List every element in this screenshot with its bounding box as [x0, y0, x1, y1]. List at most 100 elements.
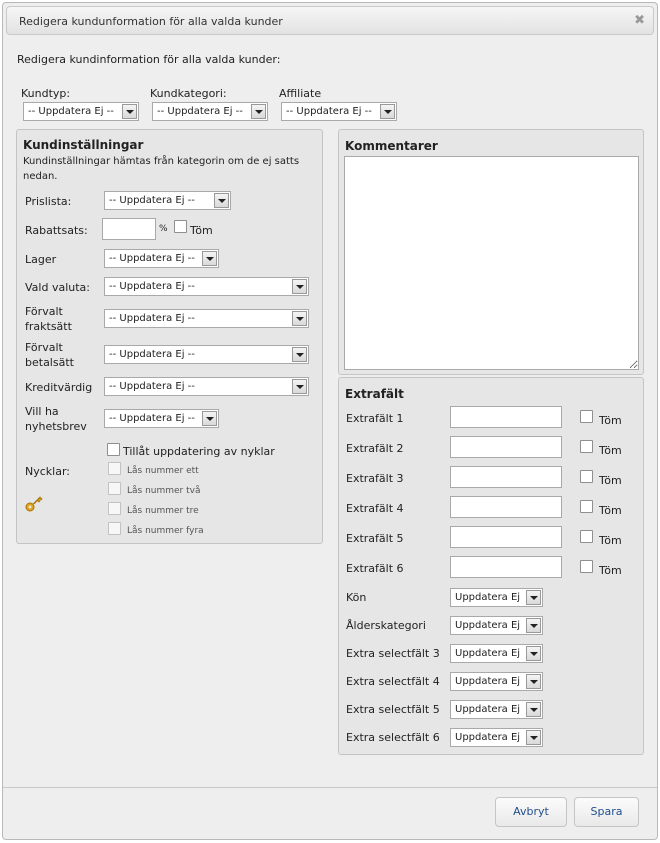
extra-select-5-value: Uppdatera Ej — [455, 704, 521, 715]
lock-3-checkbox[interactable] — [108, 502, 121, 515]
dialog-titlebar[interactable]: Redigera kundunformation för alla valda … — [6, 6, 654, 35]
betal-value: -- Uppdatera Ej -- — [109, 349, 195, 360]
footer-divider — [3, 787, 657, 788]
chevron-down-icon — [526, 646, 541, 661]
extra-field-6-label: Extrafält 6 — [346, 562, 404, 575]
lock-1-label: Lås nummer ett — [127, 466, 199, 476]
extra-field-5-input[interactable] — [450, 526, 562, 548]
extra-select-3-value: Uppdatera Ej — [455, 648, 521, 659]
lager-select[interactable]: -- Uppdatera Ej -- — [104, 249, 219, 268]
affiliate-select[interactable]: -- Uppdatera Ej -- — [281, 102, 397, 121]
chevron-down-icon — [380, 104, 395, 119]
nyhets-select[interactable]: -- Uppdatera Ej -- — [104, 409, 219, 428]
lock-1-checkbox[interactable] — [108, 462, 121, 475]
betal-label-1: Förvalt — [25, 341, 63, 354]
betal-select[interactable]: -- Uppdatera Ej -- — [104, 345, 309, 364]
frakt-value: -- Uppdatera Ej -- — [109, 313, 195, 324]
close-icon[interactable]: ✖ — [634, 13, 645, 28]
chevron-down-icon — [292, 279, 307, 294]
chevron-down-icon — [292, 347, 307, 362]
extra-field-6-clear-label: Töm — [599, 564, 622, 577]
nyhets-label-1: Vill ha — [25, 405, 59, 418]
kundkategori-select[interactable]: -- Uppdatera Ej -- — [152, 102, 268, 121]
comments-panel: Kommentarer — [338, 129, 644, 375]
extra-select-2-value: Uppdatera Ej — [455, 620, 521, 631]
extra-field-3-clear-checkbox[interactable] — [580, 470, 593, 483]
extra-field-3-input[interactable] — [450, 466, 562, 488]
lock-3-label: Lås nummer tre — [127, 506, 199, 516]
nyhets-value: -- Uppdatera Ej -- — [109, 413, 195, 424]
extra-select-2[interactable]: Uppdatera Ej — [450, 616, 543, 635]
valuta-select[interactable]: -- Uppdatera Ej -- — [104, 277, 309, 296]
chevron-down-icon — [526, 702, 541, 717]
extra-field-6-input[interactable] — [450, 556, 562, 578]
dialog-intro: Redigera kundinformation för alla valda … — [17, 53, 281, 66]
extra-field-4-label: Extrafält 4 — [346, 502, 404, 515]
chevron-down-icon — [122, 104, 137, 119]
chevron-down-icon — [526, 590, 541, 605]
extra-select-1[interactable]: Uppdatera Ej — [450, 588, 543, 607]
extra-select-4-label: Extra selectfält 4 — [346, 675, 440, 688]
kundtyp-select[interactable]: -- Uppdatera Ej -- — [23, 102, 139, 121]
extra-field-1-clear-checkbox[interactable] — [580, 410, 593, 423]
kredit-select[interactable]: -- Uppdatera Ej -- — [104, 377, 309, 396]
extra-field-1-label: Extrafält 1 — [346, 412, 404, 425]
extra-title: Extrafält — [345, 387, 404, 401]
affiliate-value: -- Uppdatera Ej -- — [286, 106, 372, 117]
kundtyp-value: -- Uppdatera Ej -- — [28, 106, 114, 117]
settings-title: Kundinställningar — [23, 138, 144, 152]
frakt-label-2: fraktsätt — [25, 320, 72, 333]
chevron-down-icon — [526, 674, 541, 689]
lock-4-checkbox[interactable] — [108, 522, 121, 535]
chevron-down-icon — [251, 104, 266, 119]
extra-select-3-label: Extra selectfält 3 — [346, 647, 440, 660]
extra-select-5[interactable]: Uppdatera Ej — [450, 700, 543, 719]
extra-select-4-value: Uppdatera Ej — [455, 676, 521, 687]
settings-desc-2: nedan. — [23, 171, 58, 182]
allow-keys-checkbox[interactable] — [107, 443, 120, 456]
nycklar-label: Nycklar: — [25, 465, 70, 478]
edit-customers-dialog: Redigera kundunformation för alla valda … — [2, 2, 658, 840]
extra-field-1-input[interactable] — [450, 406, 562, 428]
extra-select-6-label: Extra selectfält 6 — [346, 731, 440, 744]
allow-keys-label: Tillåt uppdatering av nyklar — [123, 445, 275, 458]
extra-select-1-value: Uppdatera Ej — [455, 592, 521, 603]
extra-field-6-clear-checkbox[interactable] — [580, 560, 593, 573]
kundkategori-label: Kundkategori: — [150, 87, 227, 100]
kundkategori-value: -- Uppdatera Ej -- — [157, 106, 243, 117]
frakt-select[interactable]: -- Uppdatera Ej -- — [104, 309, 309, 328]
chevron-down-icon — [214, 193, 229, 208]
extra-select-6[interactable]: Uppdatera Ej — [450, 728, 543, 747]
lock-2-checkbox[interactable] — [108, 482, 121, 495]
kundtyp-label: Kundtyp: — [21, 87, 71, 100]
comments-textarea[interactable] — [344, 156, 639, 370]
rabatt-clear-checkbox[interactable] — [174, 220, 187, 233]
extra-select-4[interactable]: Uppdatera Ej — [450, 672, 543, 691]
dialog-title: Redigera kundunformation för alla valda … — [19, 15, 283, 28]
extra-field-2-input[interactable] — [450, 436, 562, 458]
extra-panel: Extrafält Extrafält 1 Töm Extrafält 2 Tö… — [338, 377, 644, 755]
extra-field-4-clear-checkbox[interactable] — [580, 500, 593, 513]
settings-panel: Kundinställningar Kundinställningar hämt… — [16, 129, 323, 544]
prislista-value: -- Uppdatera Ej -- — [109, 195, 195, 206]
chevron-down-icon — [526, 618, 541, 633]
chevron-down-icon — [202, 251, 217, 266]
lager-value: -- Uppdatera Ej -- — [109, 253, 195, 264]
chevron-down-icon — [292, 311, 307, 326]
rabatt-input[interactable] — [102, 218, 156, 240]
settings-desc-1: Kundinställningar hämtas från kategorin … — [23, 156, 300, 167]
extra-field-2-clear-checkbox[interactable] — [580, 440, 593, 453]
valuta-label: Vald valuta: — [25, 281, 90, 294]
extra-field-1-clear-label: Töm — [599, 414, 622, 427]
kredit-label: Kreditvärdig — [25, 381, 93, 394]
extra-field-5-clear-checkbox[interactable] — [580, 530, 593, 543]
prislista-select[interactable]: -- Uppdatera Ej -- — [104, 191, 231, 210]
chevron-down-icon — [292, 379, 307, 394]
save-button[interactable]: Spara — [574, 797, 639, 827]
rabatt-label: Rabattsats: — [25, 224, 88, 237]
extra-select-3[interactable]: Uppdatera Ej — [450, 644, 543, 663]
cancel-button[interactable]: Avbryt — [495, 797, 567, 827]
lock-2-label: Lås nummer två — [127, 486, 201, 496]
extra-field-2-clear-label: Töm — [599, 444, 622, 457]
extra-field-4-input[interactable] — [450, 496, 562, 518]
